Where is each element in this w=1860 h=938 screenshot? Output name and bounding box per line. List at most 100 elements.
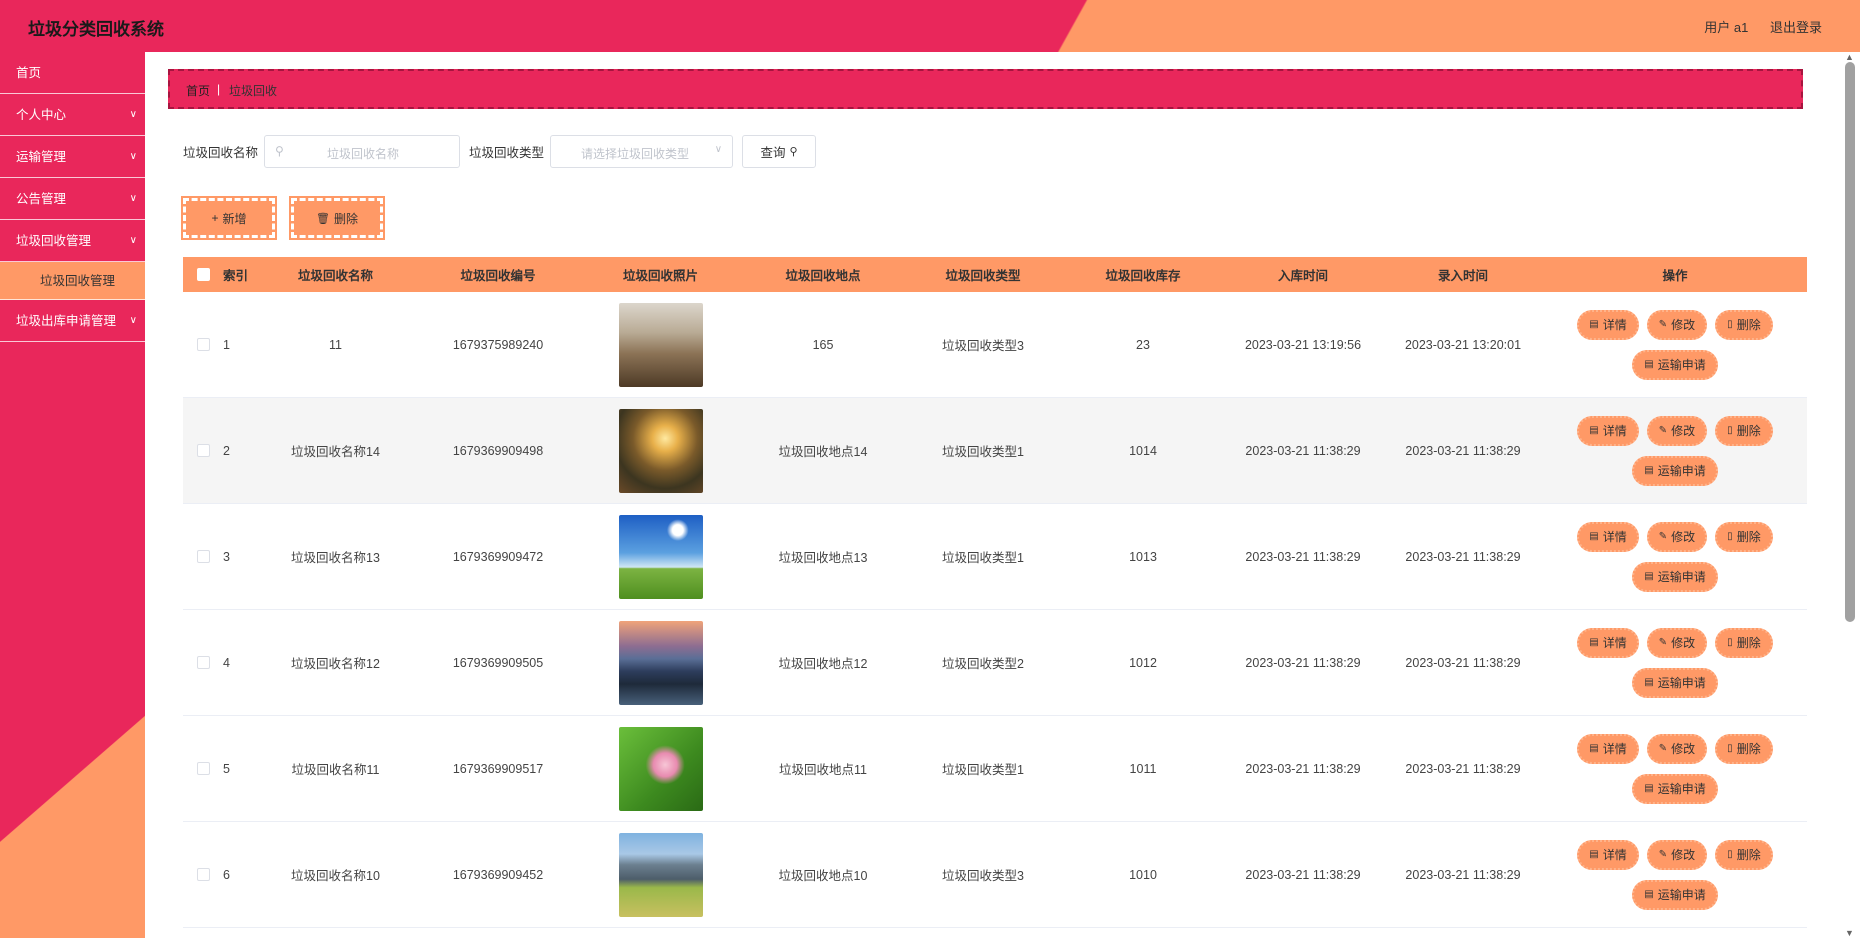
sidebar-item-label: 公告管理 [16,192,67,206]
cell-ops: ▤ 详情 ✎ 修改 ▯ 删除 ▤ 运输申请 [1543,839,1807,910]
recycle-photo-waterfall[interactable] [618,302,703,387]
row-checkbox[interactable] [196,868,210,881]
pencil-icon: ✎ [1658,849,1668,860]
select-all-checkbox[interactable] [196,268,210,281]
cell-ops: ▤ 详情 ✎ 修改 ▯ 删除 ▤ 运输申请 [1543,733,1807,804]
delete-button[interactable]: ▯ 删除 [1715,733,1773,764]
cell-index: 2 [223,443,230,458]
edit-button[interactable]: ✎ 修改 [1646,733,1708,764]
name-search-input[interactable]: ⚲ 垃圾回收名称 [264,134,461,168]
row-checkbox[interactable] [196,550,210,563]
table-row: 5 垃圾回收名称11 1679369909517 垃圾回收地点11 垃圾回收类型1 101… [183,716,1807,822]
scroll-down-arrow[interactable]: ▼ [1845,928,1854,938]
trash-icon: ▯ [1727,531,1733,542]
recycle-photo-sky-meadow[interactable] [618,514,703,599]
delete-button[interactable]: ▯ 删除 [1715,627,1773,658]
detail-button[interactable]: ▤ 详情 [1577,627,1639,658]
cell-in-time: 2023-03-21 11:38:29 [1245,655,1361,670]
document-icon: ▤ [1589,531,1599,542]
page-scrollbar[interactable]: ▲ ▼ [1840,52,1860,938]
transport-request-button[interactable]: ▤ 运输申请 [1632,349,1718,380]
transport-request-button[interactable]: ▤ 运输申请 [1632,455,1718,486]
cell-index: 3 [223,549,230,564]
transport-label: 运输申请 [1657,570,1706,584]
transport-request-button[interactable]: ▤ 运输申请 [1632,667,1718,698]
delete-label: 删除 [1736,424,1761,438]
transport-request-button[interactable]: ▤ 运输申请 [1632,773,1718,804]
detail-button[interactable]: ▤ 详情 [1577,415,1639,446]
cell-record-time: 2023-03-21 11:38:29 [1405,443,1521,458]
add-button[interactable]: + 新增 [181,196,277,240]
cell-in-time: 2023-03-21 11:38:29 [1245,867,1361,882]
cell-type: 垃圾回收类型1 [942,551,1024,565]
scroll-up-arrow[interactable]: ▲ [1845,52,1854,62]
row-checkbox[interactable] [196,444,210,457]
document-icon: ▤ [1589,743,1599,754]
document-icon: ▤ [1589,637,1599,648]
cell-stock: 1012 [1129,655,1157,670]
batch-delete-button[interactable]: 🗑 删除 [289,196,385,240]
cell-stock: 1014 [1129,443,1157,458]
query-button[interactable]: 查询 ⚲ [742,134,817,168]
chevron-down-icon: ∨ [129,151,137,162]
row-select-cell [183,656,223,669]
cell-ops: ▤ 详情 ✎ 修改 ▯ 删除 ▤ 运输申请 [1543,627,1807,698]
current-user[interactable]: 用户 a1 [1704,20,1748,35]
add-label: 新增 [222,211,247,226]
sidebar-item-outbound[interactable]: 垃圾出库申请管理 ∨ [0,300,145,342]
detail-button[interactable]: ▤ 详情 [1577,521,1639,552]
recycle-photo-city-mountain[interactable] [618,620,703,705]
type-select[interactable]: 请选择垃圾回收类型 ∨ [550,134,734,168]
recycle-photo-mountain-field[interactable] [618,832,703,917]
sidebar-subitem-recycle-manage[interactable]: 垃圾回收管理 [0,262,145,300]
edit-button[interactable]: ✎ 修改 [1646,309,1708,340]
recycle-photo-lotus[interactable] [618,726,703,811]
sidebar-item-label: 垃圾回收管理 [40,274,116,288]
delete-button[interactable]: ▯ 删除 [1715,415,1773,446]
edit-button[interactable]: ✎ 修改 [1646,521,1708,552]
cell-name: 垃圾回收名称14 [291,445,380,459]
transport-request-button[interactable]: ▤ 运输申请 [1632,879,1718,910]
header-record-time: 录入时间 [1437,269,1488,283]
delete-button[interactable]: ▯ 删除 [1715,521,1773,552]
header-location: 垃圾回收地点 [785,269,861,283]
query-label: 查询 [760,145,786,160]
cell-stock: 23 [1136,337,1150,352]
scroll-thumb[interactable] [1845,62,1855,622]
breadcrumb-home[interactable]: 首页 [186,82,210,99]
delete-label: 删除 [1736,848,1761,862]
detail-button[interactable]: ▤ 详情 [1577,309,1639,340]
delete-label: 删除 [1736,318,1761,332]
sidebar-item-notice[interactable]: 公告管理 ∨ [0,178,145,220]
edit-button[interactable]: ✎ 修改 [1646,627,1708,658]
delete-button[interactable]: ▯ 删除 [1715,309,1773,340]
transport-request-button[interactable]: ▤ 运输申请 [1632,561,1718,592]
pencil-icon: ✎ [1658,425,1668,436]
row-checkbox[interactable] [196,656,210,669]
cell-photo [578,726,743,811]
search-icon: ⚲ [789,145,798,158]
trash-icon: ▯ [1727,425,1733,436]
row-checkbox[interactable] [196,338,210,351]
recycle-photo-sunset-valley[interactable] [618,408,703,493]
row-select-cell [183,550,223,563]
edit-button[interactable]: ✎ 修改 [1646,839,1708,870]
sidebar-item-transport[interactable]: 运输管理 ∨ [0,136,145,178]
row-checkbox[interactable] [196,762,210,775]
table-body: 1 11 1679375989240 165 垃圾回收类型3 23 2023-03-21 1… [183,292,1807,928]
sidebar-item-personal[interactable]: 个人中心 ∨ [0,94,145,136]
logout-link[interactable]: 退出登录 [1770,20,1822,35]
cell-type: 垃圾回收类型3 [942,339,1024,353]
detail-button[interactable]: ▤ 详情 [1577,839,1639,870]
delete-button[interactable]: ▯ 删除 [1715,839,1773,870]
cell-ops: ▤ 详情 ✎ 修改 ▯ 删除 ▤ 运输申请 [1543,521,1807,592]
cell-photo [578,832,743,917]
detail-button[interactable]: ▤ 详情 [1577,733,1639,764]
sidebar-item-home[interactable]: 首页 [0,52,145,94]
edit-button[interactable]: ✎ 修改 [1646,415,1708,446]
header-name: 垃圾回收名称 [297,269,373,283]
sidebar-item-recycle[interactable]: 垃圾回收管理 ∨ [0,220,145,262]
cell-index: 6 [223,867,230,882]
transport-label: 运输申请 [1657,676,1706,690]
delete-label: 删除 [333,211,358,226]
